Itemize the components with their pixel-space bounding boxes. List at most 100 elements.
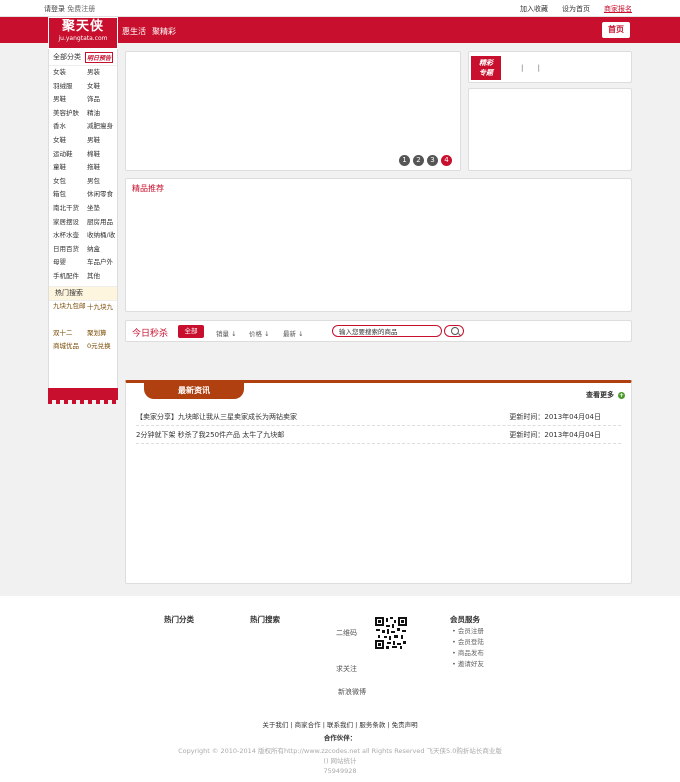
category-item[interactable]: 精油 [87,107,121,121]
banner-slider[interactable]: 1234 [125,51,461,171]
weibo-link[interactable]: 新浪微博 [338,687,366,697]
category-item[interactable]: 拖鞋 [87,161,121,175]
category-item[interactable]: 女包 [53,175,87,189]
category-item[interactable]: 其他 [87,270,121,284]
member-service-label: 会员注册 [457,627,484,635]
category-item[interactable]: 母婴 [53,256,87,270]
slider-dot[interactable]: 1 [399,155,410,166]
sidebar-ribbon [48,388,118,404]
member-service-link[interactable]: • 邀请好友 [452,659,484,670]
footer-link[interactable]: 联系我们 [327,721,353,729]
site-logo[interactable]: 聚天侠 ju.yangtata.com [48,17,118,49]
footer-link[interactable]: 服务条款 [359,721,385,729]
category-item[interactable]: 家居摆设 [53,216,87,230]
category-item[interactable]: 收纳桶/收纳盒 [87,229,121,256]
search-button[interactable] [444,325,464,337]
category-item[interactable]: 棉鞋 [87,148,121,162]
logo-name: 聚天侠 [61,19,104,34]
category-item[interactable]: 男鞋 [87,134,121,148]
hot-search-item[interactable]: 聚划算 [87,327,121,340]
news-row[interactable]: 【卖家分享】九块邮让我从三星卖家成长为两钻卖家 更新时间：2013年04月04日 [136,409,621,426]
filter-all-button[interactable]: 全部 [178,325,204,338]
category-item[interactable]: 女鞋 [87,80,121,94]
category-item[interactable]: 饰品 [87,93,121,107]
category-item[interactable]: 男装 [87,66,121,80]
member-service-link[interactable]: • 会员注册 [452,626,484,637]
footer-link[interactable]: 免责声明 [392,721,418,729]
sort-newest-label: 最新 [283,330,296,338]
member-service-link[interactable]: • 会员登陆 [452,637,484,648]
category-sidebar: 全部分类 明日预告 女装 男装 羽绒服 女鞋 男鞋 饰品 美容护肤 精油 香水 减肥瘦身 女鞋 男鞋运… [48,49,118,394]
view-more-label: 查看更多 [586,391,614,399]
merchant-signup-link[interactable]: 商家报名 [604,4,632,14]
hot-search-item[interactable]: 双十二 [53,327,87,340]
category-item[interactable]: 美容护肤 [53,107,87,121]
category-item[interactable]: 手机配件 [53,270,87,284]
category-item[interactable]: 童鞋 [53,161,87,175]
arrow-down-icon: ↓ [298,330,304,338]
category-item[interactable]: 南北干货 [53,202,87,216]
product-search-input[interactable]: 输入您要搜索的商品 [332,325,442,337]
news-panel: 最新资讯 查看更多 + 【卖家分享】九块邮让我从三星卖家成长为两钻卖家 更新时间… [125,380,632,584]
category-item[interactable]: 水杯水壶 [53,229,87,243]
sort-newest-button[interactable]: 最新 ↓ [283,328,304,338]
nav-item-highlights[interactable]: 聚精彩 [152,26,176,37]
category-item[interactable]: 女装 [53,66,87,80]
preview-badge[interactable]: 明日预告 [84,51,113,63]
search-icon [451,327,459,335]
partners-label: 合作伙伴： [323,734,357,742]
footer-link[interactable]: 商家合作 [295,721,321,729]
special-tag[interactable]: 精彩 专题 [471,56,501,80]
category-item[interactable]: 厨房用品 [87,216,121,230]
news-row[interactable]: 2分钟就下架 秒杀了我250件产品 太牛了九块邮 更新时间：2013年04月04… [136,427,621,444]
recommend-title: 精品推荐 [132,184,164,193]
footer-hot-search: 热门搜索 [250,615,280,624]
all-categories-label[interactable]: 全部分类 [53,52,81,62]
hot-search-item[interactable]: 九块九包邮 [53,301,87,327]
site-stats-link[interactable]: () 网站统计 [0,756,680,766]
category-item[interactable]: 车品户外 [87,256,121,270]
category-item[interactable]: 男鞋 [53,93,87,107]
sort-sales-button[interactable]: 销量 ↓ [216,328,237,338]
category-item[interactable]: 香水 [53,120,87,134]
category-item[interactable]: 减肥瘦身 [87,120,121,134]
login-link[interactable]: 请登录 [44,5,65,13]
special-tag-line2: 专题 [479,69,493,77]
category-item[interactable]: 休闲零食 [87,188,121,202]
category-item[interactable]: 坐垫 [87,202,121,216]
top-links: 加入收藏 设为首页 商家报名 [520,4,632,14]
hot-search-list: 九块九包邮 十九块九 双十二 聚划算 商城优品 0元兑换 [49,301,117,353]
news-title[interactable]: 2分钟就下架 秒杀了我250件产品 太牛了九块邮 [136,431,284,439]
member-service-label: 商品发布 [457,649,484,657]
set-home-link[interactable]: 设为首页 [562,4,590,14]
slider-dot[interactable]: 4 [441,155,452,166]
register-link[interactable]: 免费注册 [67,5,95,13]
special-tag-line1: 精彩 [479,59,493,67]
qrcode-label: 二维码 [336,629,357,637]
special-topics: 精彩 专题 | | [468,51,632,83]
seckill-title: 今日秒杀 [132,329,169,339]
sort-price-button[interactable]: 价格 ↓ [249,328,270,338]
member-service-link[interactable]: • 商品发布 [452,648,484,659]
category-item[interactable]: 日用百货 [53,243,87,257]
add-favorite-link[interactable]: 加入收藏 [520,4,548,14]
nav-item-life[interactable]: 惠生活 [122,26,146,37]
category-item[interactable]: 箱包 [53,188,87,202]
news-tab[interactable]: 最新资讯 [144,383,244,399]
category-item[interactable]: 女鞋 [53,134,87,148]
category-item[interactable]: 男包 [87,175,121,189]
hot-search-item[interactable]: 商城优品 [53,340,87,353]
footer-link[interactable]: 关于我们 [262,721,288,729]
category-item[interactable]: 羽绒服 [53,80,87,94]
category-item[interactable]: 运动鞋 [53,148,87,162]
view-more-link[interactable]: 查看更多 + [586,390,625,400]
qrcode-image [374,616,408,650]
hot-search-item[interactable]: 0元兑换 [87,340,121,353]
home-button[interactable]: 首页 [602,22,630,38]
sort-sales-label: 销量 [216,330,229,338]
slider-dot[interactable]: 2 [413,155,424,166]
slider-dot[interactable]: 3 [427,155,438,166]
news-title[interactable]: 【卖家分享】九块邮让我从三星卖家成长为两钻卖家 [136,413,297,421]
hot-search-item[interactable]: 十九块九 [87,301,121,314]
footer: 热门分类 热门搜索 二维码 求关注 新浪微博 会员服务 • 会员注册 • 会员登陆… [0,596,680,782]
